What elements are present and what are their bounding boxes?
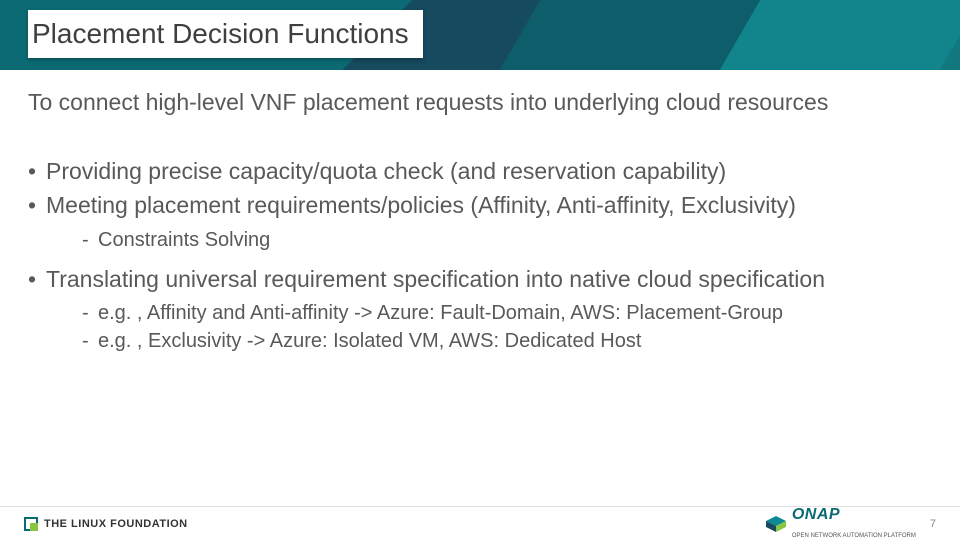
linux-foundation-logo: THE LINUX FOUNDATION: [24, 517, 188, 531]
bullet-list: Providing precise capacity/quota check (…: [28, 157, 932, 355]
bullet-item: Translating universal requirement specif…: [28, 265, 932, 355]
sub-text: Constraints Solving: [98, 229, 270, 251]
footer: THE LINUX FOUNDATION ONAP OPEN NETWORK A…: [0, 506, 960, 540]
slide-body: To connect high-level VNF placement requ…: [0, 70, 960, 354]
sub-text: e.g. , Affinity and Anti-affinity -> Azu…: [98, 302, 783, 324]
lf-text: THE LINUX FOUNDATION: [44, 518, 188, 530]
onap-tagline: OPEN NETWORK AUTOMATION PLATFORM: [792, 533, 916, 539]
bullet-item: Meeting placement requirements/policies …: [28, 191, 932, 253]
title-box: Placement Decision Functions: [28, 10, 423, 58]
slide: Placement Decision Functions To connect …: [0, 0, 960, 540]
lf-cube-icon: [24, 517, 38, 531]
bullet-text: Translating universal requirement specif…: [46, 266, 825, 292]
intro-text: To connect high-level VNF placement requ…: [28, 88, 932, 117]
onap-icon: [766, 516, 786, 532]
page-number: 7: [930, 518, 936, 530]
title-band: Placement Decision Functions: [0, 0, 960, 70]
footer-right: ONAP OPEN NETWORK AUTOMATION PLATFORM 7: [766, 506, 936, 540]
sub-item: Constraints Solving: [82, 227, 932, 253]
sub-item: e.g. , Exclusivity -> Azure: Isolated VM…: [82, 328, 932, 354]
bullet-text: Meeting placement requirements/policies …: [46, 192, 796, 218]
sub-list: Constraints Solving: [82, 227, 932, 253]
slide-title: Placement Decision Functions: [32, 18, 409, 50]
bullet-text: Providing precise capacity/quota check (…: [46, 158, 726, 184]
sub-item: e.g. , Affinity and Anti-affinity -> Azu…: [82, 300, 932, 326]
onap-logo: ONAP OPEN NETWORK AUTOMATION PLATFORM: [766, 506, 916, 540]
sub-list: e.g. , Affinity and Anti-affinity -> Azu…: [82, 300, 932, 354]
bullet-item: Providing precise capacity/quota check (…: [28, 157, 932, 187]
onap-text: ONAP: [792, 506, 840, 523]
sub-text: e.g. , Exclusivity -> Azure: Isolated VM…: [98, 330, 641, 352]
